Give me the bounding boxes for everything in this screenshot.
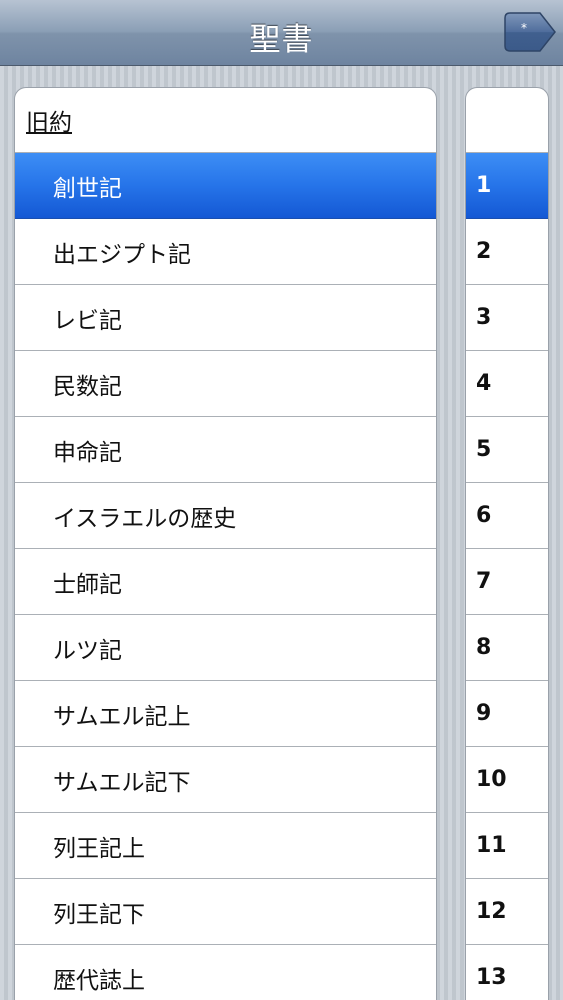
chapter-list-header [466,88,548,153]
chapter-list-item[interactable]: 6 [466,483,548,549]
book-title: 歴代誌上 [53,967,145,994]
chapter-number: 6 [476,503,492,528]
bookmark-button[interactable]: * [504,12,556,52]
chapter-list-item[interactable]: 5 [466,417,548,483]
chapter-list-item[interactable]: 1 [466,153,548,219]
book-list-item[interactable]: レビ記 [15,285,436,351]
chapter-number: 7 [476,569,492,594]
book-title: 列王記下 [53,901,145,928]
book-list-item[interactable]: 士師記 [15,549,436,615]
bookmark-button-label: * [521,21,527,35]
testament-header: 旧約 [15,88,436,153]
chapter-number: 9 [476,701,492,726]
chapter-list-item[interactable]: 3 [466,285,548,351]
chapter-list-item[interactable]: 10 [466,747,548,813]
chapter-number: 2 [476,239,492,264]
book-title: 創世記 [53,175,122,202]
chapter-list: 1 2 3 4 5 6 7 8 9 10 11 12 13 [465,87,549,1000]
book-list-item[interactable]: 歴代誌上 [15,945,436,1000]
book-list-item[interactable]: 申命記 [15,417,436,483]
chapter-number: 1 [476,173,492,198]
book-title: サムエル記下 [53,769,191,796]
book-title: サムエル記上 [53,703,191,730]
book-list-item[interactable]: サムエル記上 [15,681,436,747]
book-list-item[interactable]: イスラエルの歴史 [15,483,436,549]
book-list-item[interactable]: 列王記下 [15,879,436,945]
book-title: イスラエルの歴史 [53,505,237,532]
chapter-list-item[interactable]: 7 [466,549,548,615]
book-title: 士師記 [53,571,122,598]
chapter-number: 10 [476,767,507,792]
book-title: 列王記上 [53,835,145,862]
chapter-list-item[interactable]: 9 [466,681,548,747]
chapter-number: 3 [476,305,492,330]
chapter-number: 12 [476,899,507,924]
chapter-list-item[interactable]: 8 [466,615,548,681]
book-title: ルツ記 [53,637,122,664]
book-list-item[interactable]: 民数記 [15,351,436,417]
book-title: レビ記 [53,307,122,334]
chapter-list-item[interactable]: 2 [466,219,548,285]
chapter-number: 4 [476,371,492,396]
book-title: 申命記 [53,439,122,466]
book-list-item[interactable]: ルツ記 [15,615,436,681]
chapter-number: 8 [476,635,492,660]
book-list-item[interactable]: 出エジプト記 [15,219,436,285]
page-title: 聖書 [249,22,314,58]
book-list-item[interactable]: 列王記上 [15,813,436,879]
book-list-item[interactable]: 創世記 [15,153,436,219]
book-title: 出エジプト記 [53,241,191,268]
book-title: 民数記 [53,373,122,400]
chapter-list-item[interactable]: 11 [466,813,548,879]
arrow-tag-icon: * [504,12,556,52]
chapter-list-item[interactable]: 4 [466,351,548,417]
chapter-list-item[interactable]: 13 [466,945,548,1000]
book-list-item[interactable]: サムエル記下 [15,747,436,813]
chapter-list-item[interactable]: 12 [466,879,548,945]
navigation-bar: 聖書 * [0,0,563,66]
book-list: 旧約 創世記出エジプト記 レビ記民数記申命記イスラエルの歴史 士師記ルツ記サムエル記… [14,87,437,1000]
chapter-number: 13 [476,965,507,990]
chapter-number: 11 [476,833,507,858]
chapter-number: 5 [476,437,492,462]
